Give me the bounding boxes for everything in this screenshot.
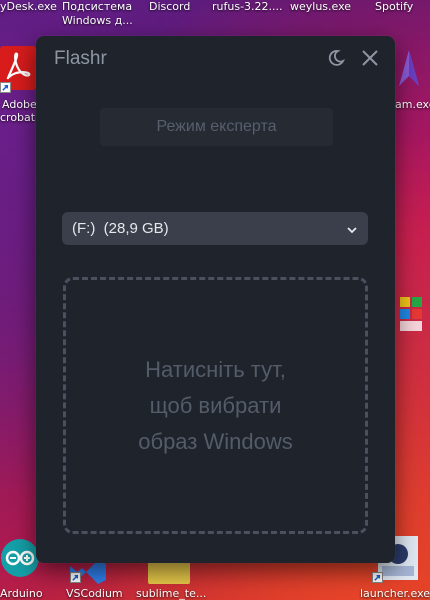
window-title: Flashr — [54, 48, 107, 69]
shortcut-arrow-icon — [70, 572, 81, 583]
theme-toggle-moon-icon[interactable] — [325, 47, 347, 69]
desktop-label-anydesk[interactable]: yDesk.exe — [0, 0, 57, 14]
colorful-app-icon[interactable] — [398, 295, 424, 335]
desktop-label-vscodium[interactable]: VSCodium — [66, 587, 123, 600]
desktop-label-discord[interactable]: Discord — [149, 0, 190, 14]
desktop-label-launcher[interactable]: launcher.exe — [360, 587, 430, 600]
app-am-icon[interactable] — [395, 48, 421, 88]
drive-select[interactable]: (F:) (28,9 GB) — [62, 212, 368, 245]
shortcut-arrow-icon — [372, 572, 383, 583]
desktop-label-subsystem-1[interactable]: Подсистема — [62, 0, 132, 14]
desktop-label-adobe-1[interactable]: Adobe — [2, 98, 37, 111]
desktop-label-subsystem-2[interactable]: Windows д... — [62, 14, 133, 28]
close-icon[interactable] — [359, 47, 381, 69]
drive-select-value: (F:) (28,9 GB) — [72, 220, 169, 237]
flashr-window: Flashr Режим експерта (F:) (28,9 GB) Нат… — [36, 36, 395, 563]
sublime-text-icon[interactable] — [148, 562, 190, 584]
desktop-label-am[interactable]: am.exe — [395, 98, 430, 111]
arduino-icon[interactable] — [0, 538, 40, 578]
desktop-label-sublime[interactable]: sublime_te... — [136, 587, 206, 600]
image-dropzone[interactable]: Натисніть тут, щоб вибрати образ Windows — [63, 277, 368, 534]
desktop-label-spotify[interactable]: Spotify — [375, 0, 413, 14]
desktop-label-rufus[interactable]: rufus-3.22.... — [212, 0, 283, 14]
desktop-label-arduino[interactable]: Arduino — [0, 587, 43, 600]
dropzone-text: Натисніть тут, щоб вибрати образ Windows — [138, 356, 293, 454]
chevron-down-icon — [346, 223, 358, 235]
title-bar-controls — [325, 47, 381, 69]
expert-mode-button[interactable]: Режим експерта — [100, 108, 333, 146]
desktop-label-weylus[interactable]: weylus.exe — [290, 0, 351, 14]
shortcut-arrow-icon — [0, 82, 11, 93]
